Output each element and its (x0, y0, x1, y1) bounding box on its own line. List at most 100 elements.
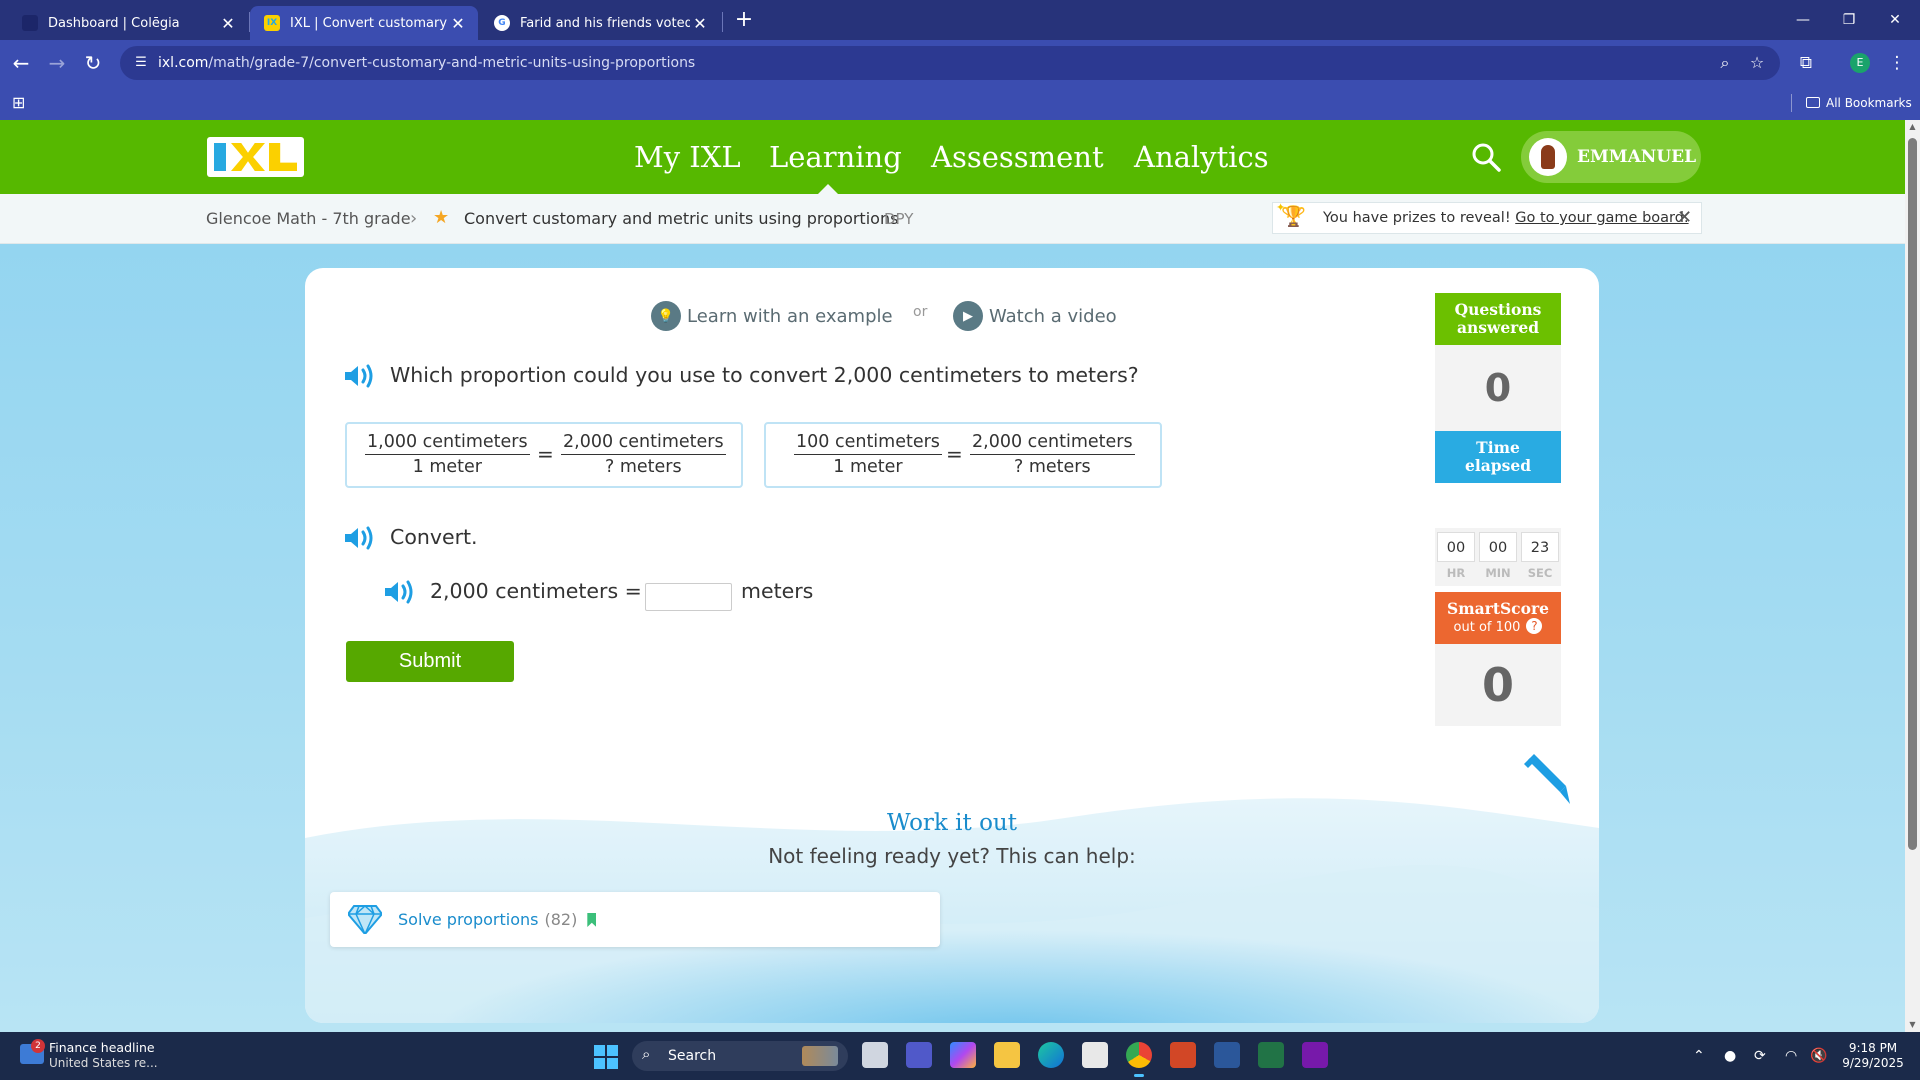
reload-icon[interactable]: ↻ (78, 48, 108, 78)
taskbar-search[interactable]: ⌕ Search (632, 1041, 848, 1071)
task-view-icon[interactable] (862, 1042, 888, 1068)
tab-divider (722, 12, 723, 32)
scratchpad-pencil-icon[interactable] (1520, 754, 1570, 804)
windows-start-icon[interactable] (594, 1045, 618, 1069)
tab-dashboard[interactable]: Dashboard | Colēgia ✕ (8, 6, 248, 40)
browser-toolbar: ← → ↻ ☰ ixl.com/math/grade-7/convert-cus… (0, 40, 1920, 86)
scroll-thumb[interactable] (1908, 138, 1917, 850)
site-info-icon[interactable]: ☰ (132, 54, 150, 72)
user-menu[interactable]: EMMANUEL (1521, 131, 1701, 183)
breadcrumb-course[interactable]: Glencoe Math - 7th grade (206, 194, 411, 244)
restore-icon[interactable]: ❐ (1826, 0, 1872, 40)
minimize-icon[interactable]: — (1780, 0, 1826, 40)
tab-search-icon[interactable]: ⧉ (1791, 48, 1821, 78)
speaker-icon[interactable] (383, 579, 417, 605)
nav-learning[interactable]: Learning (769, 120, 902, 194)
news-subtitle[interactable]: United States re... (49, 1056, 158, 1070)
watch-video-link[interactable]: ▶ Watch a video (953, 300, 1117, 332)
bookmarks-divider (1791, 94, 1792, 112)
breadcrumb: Glencoe Math - 7th grade › ★ Convert cus… (0, 194, 1905, 244)
timer-seconds: 23 (1521, 532, 1559, 562)
scroll-up-icon[interactable]: ▲ (1905, 120, 1920, 134)
star-icon: ★ (433, 207, 450, 228)
prizes-banner: ✦ 🏆 You have prizes to reveal! Go to you… (1272, 201, 1702, 234)
fraction-numerator: 100 centimeters (794, 432, 942, 455)
close-tab-icon[interactable]: ✕ (690, 14, 710, 33)
bookmark-star-icon[interactable]: ☆ (1742, 46, 1772, 80)
trophy-icon: 🏆 (1281, 204, 1306, 228)
chrome-icon[interactable] (1126, 1042, 1152, 1077)
sync-icon[interactable]: ⟳ (1754, 1032, 1766, 1080)
page-scrollbar[interactable]: ▲ ▼ (1905, 120, 1920, 1032)
news-title[interactable]: Finance headline (49, 1040, 155, 1055)
smartscore-header: SmartScore out of 100? (1435, 592, 1561, 644)
search-icon[interactable] (1471, 142, 1501, 172)
search-icon: ⌕ (642, 1045, 651, 1063)
skill-code: DPY (884, 210, 914, 228)
file-explorer-icon[interactable] (994, 1042, 1020, 1068)
zoom-icon[interactable]: ⌕ (1710, 46, 1740, 80)
learn-with-example-link[interactable]: 💡 Learn with an example (651, 300, 893, 332)
address-bar[interactable]: ☰ ixl.com/math/grade-7/convert-customary… (120, 46, 1780, 80)
answer-choice-1[interactable]: 1,000 centimeters 1 meter = 2,000 centim… (345, 422, 743, 488)
ixl-page: My IXL Learning Assessment Analytics EMM… (0, 120, 1905, 1032)
tray-app-icon[interactable]: ● (1724, 1032, 1736, 1080)
excel-icon[interactable] (1258, 1042, 1284, 1068)
fraction-numerator: 1,000 centimeters (365, 432, 530, 455)
questions-answered-value: 0 (1435, 345, 1561, 431)
nav-analytics[interactable]: Analytics (1134, 120, 1269, 194)
scroll-down-icon[interactable]: ▼ (1905, 1018, 1920, 1032)
tab-google-search[interactable]: G Farid and his friends voted on th ✕ (480, 6, 720, 40)
nav-my-ixl[interactable]: My IXL (634, 120, 741, 194)
back-arrow-icon[interactable]: ← (6, 48, 36, 78)
onenote-icon[interactable] (1302, 1042, 1328, 1068)
fraction-denominator: ? meters (605, 457, 682, 477)
close-window-icon[interactable]: ✕ (1872, 0, 1918, 40)
speaker-icon[interactable] (343, 363, 377, 389)
bookmarks-bar: ⊞ All Bookmarks (0, 86, 1920, 120)
prizes-message: You have prizes to reveal! Go to your ga… (1323, 210, 1689, 226)
submit-button[interactable]: Submit (346, 641, 514, 682)
fraction: 2,000 centimeters ? meters (561, 432, 726, 477)
store-icon[interactable] (1082, 1042, 1108, 1068)
recommended-skill-card[interactable]: Solve proportions (82) (330, 892, 940, 947)
word-icon[interactable] (1214, 1042, 1240, 1068)
ixl-logo[interactable] (207, 137, 304, 177)
tray-chevron-up-icon[interactable]: ⌃ (1693, 1032, 1705, 1080)
equals-sign: = (946, 442, 963, 466)
fraction: 100 centimeters 1 meter (794, 432, 942, 477)
menu-kebab-icon[interactable]: ⋮ (1882, 48, 1912, 78)
fraction-denominator: 1 meter (412, 457, 482, 477)
timer-minutes: 00 (1479, 532, 1517, 562)
game-board-link[interactable]: Go to your game board. (1515, 210, 1688, 226)
diamond-icon (348, 904, 382, 934)
close-tab-icon[interactable]: ✕ (448, 14, 468, 33)
copilot-icon[interactable] (950, 1042, 976, 1068)
powerpoint-icon[interactable] (1170, 1042, 1196, 1068)
teams-icon[interactable] (906, 1042, 932, 1068)
timer-hours: 00 (1437, 532, 1475, 562)
speaker-icon[interactable] (343, 525, 377, 551)
wifi-icon[interactable]: ◠ (1785, 1032, 1797, 1080)
equals-sign: = (537, 442, 554, 466)
conversion-unit: meters (741, 579, 814, 603)
new-tab-plus-icon[interactable]: + (730, 6, 758, 34)
edge-icon[interactable] (1038, 1042, 1064, 1068)
fraction: 1,000 centimeters 1 meter (365, 432, 530, 477)
tab-ixl[interactable]: IX IXL | Convert customary and me ✕ (250, 6, 478, 40)
close-icon[interactable]: ✕ (1677, 203, 1692, 233)
nav-assessment[interactable]: Assessment (931, 120, 1104, 194)
answer-choice-2[interactable]: 100 centimeters 1 meter = 2,000 centimet… (764, 422, 1162, 488)
close-tab-icon[interactable]: ✕ (218, 14, 238, 33)
apps-grid-icon[interactable]: ⊞ (12, 94, 25, 112)
system-clock[interactable]: 9:18 PM 9/29/2025 (1838, 1041, 1908, 1071)
forward-arrow-icon[interactable]: → (42, 48, 72, 78)
clock-time: 9:18 PM (1848, 1041, 1898, 1055)
volume-muted-icon[interactable]: 🔇 (1810, 1032, 1827, 1080)
answer-input[interactable] (645, 583, 732, 611)
all-bookmarks-button[interactable]: All Bookmarks (1806, 86, 1912, 120)
taskbar-search-label: Search (668, 1048, 717, 1064)
timer: 00 00 23 HR MIN SEC (1435, 528, 1561, 586)
profile-avatar[interactable]: E (1850, 53, 1870, 73)
help-question-icon[interactable]: ? (1526, 617, 1543, 634)
